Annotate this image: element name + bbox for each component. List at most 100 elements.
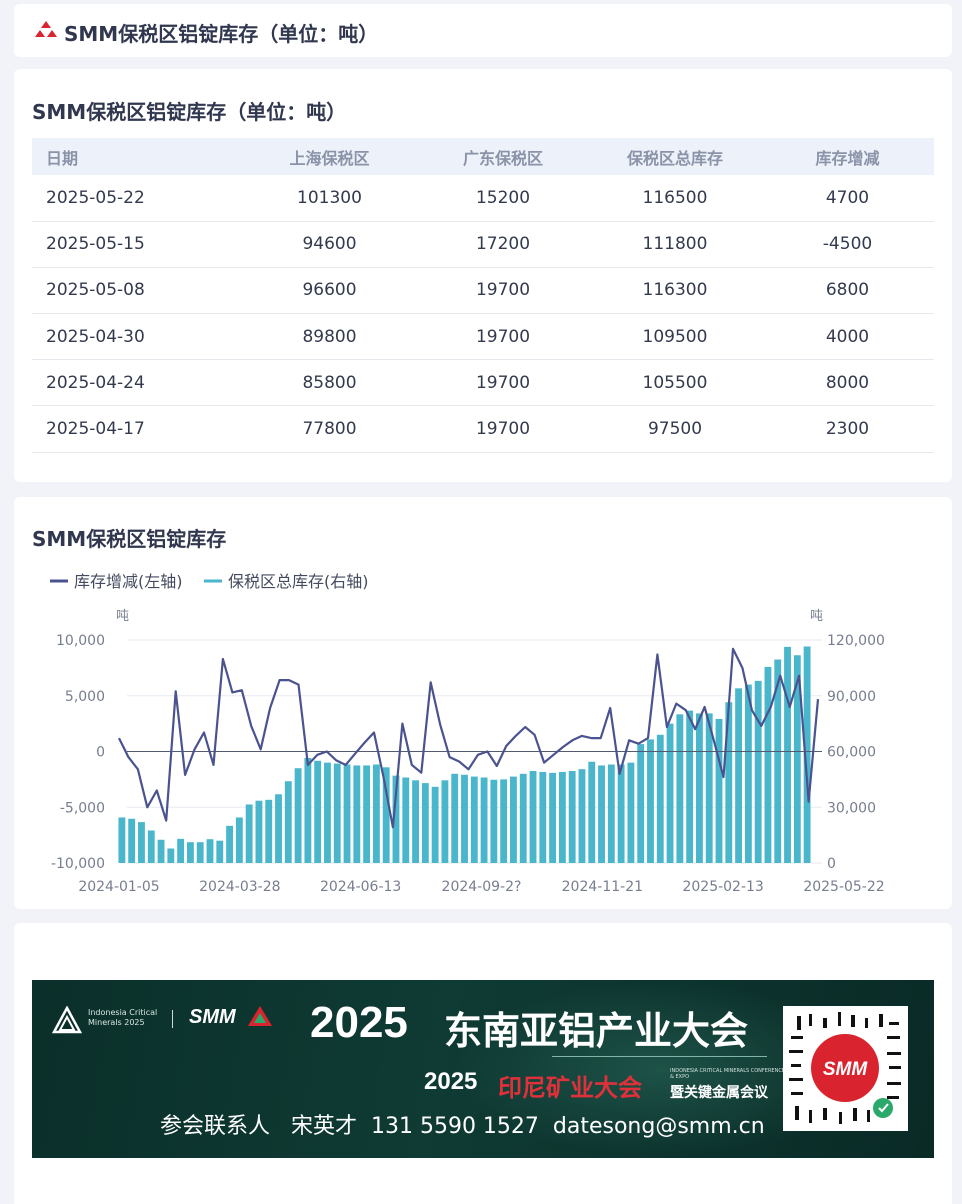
inventory-bar: [353, 765, 361, 863]
inventory-bar: [128, 818, 136, 863]
inventory-bar: [421, 783, 429, 863]
table-row: 2025-04-30 89800 19700 109500 4000: [32, 313, 934, 361]
total-cell: 105500: [589, 359, 761, 407]
inventory-bar: [186, 842, 194, 863]
inventory-bar: [226, 825, 233, 863]
inventory-bar: [764, 666, 772, 863]
column-header[interactable]: 保税区总库存: [589, 138, 761, 175]
inventory-bar: [598, 765, 605, 863]
change-cell: 8000: [761, 359, 934, 407]
inventory-bar: [676, 714, 684, 863]
inventory-chart: 库存增减(左轴) 保税区总库存(右轴) 吨 吨 10,000 120,000 5,000 90…: [50, 572, 885, 895]
date-cell: 2025-05-08: [32, 267, 242, 315]
guangdong-cell: 15200: [417, 175, 589, 222]
banner-card: Indonesia Critical Minerals 2025 SMM 202…: [14, 923, 952, 1204]
inventory-bar: [539, 771, 547, 863]
date-cell: 2025-05-22: [32, 175, 242, 222]
inventory-bar: [333, 763, 341, 863]
table-header-row: 日期 上海保税区 广东保税区 保税区总库存 库存增减: [32, 138, 934, 175]
change-cell: 2300: [761, 405, 934, 453]
inventory-bar: [647, 739, 654, 863]
inventory-bar: [304, 758, 312, 863]
left-tick-label: -5,000: [60, 800, 105, 816]
right-axis-unit: 吨: [810, 609, 823, 624]
shanghai-cell: 85800: [242, 359, 417, 407]
shanghai-cell: 101300: [242, 175, 417, 222]
shanghai-cell: 89800: [242, 313, 417, 361]
inventory-bar: [118, 817, 126, 863]
x-tick-label: 2025-02-13: [682, 879, 763, 895]
inventory-bar: [284, 781, 292, 863]
table-title: SMM保税区铝锭库存（单位：吨）: [32, 100, 347, 124]
x-tick-label: 2024-06-13: [320, 879, 401, 895]
column-header[interactable]: 库存增减: [761, 138, 934, 175]
column-header[interactable]: 日期: [32, 138, 242, 175]
legend-label: 库存增减(左轴): [74, 572, 183, 591]
inventory-bar: [744, 684, 752, 863]
indonesia-minerals-logo-text: Indonesia Critical Minerals 2025: [88, 1008, 158, 1027]
inventory-bar: [568, 771, 576, 863]
conference-banner[interactable]: Indonesia Critical Minerals 2025 SMM 202…: [32, 980, 934, 1158]
inventory-bar: [431, 786, 439, 863]
inventory-bar: [637, 744, 645, 863]
inventory-bar: [245, 804, 253, 863]
inventory-bar: [363, 765, 371, 863]
x-tick-label: 2024-11-21: [562, 879, 643, 895]
change-cell: 6800: [761, 267, 934, 315]
inventory-bar: [343, 764, 351, 863]
left-tick-label: 10,000: [56, 633, 105, 649]
inventory-bar: [412, 780, 419, 863]
banner-sub-year: 2025: [424, 1068, 478, 1095]
inventory-bar: [324, 762, 331, 863]
inventory-bar: [147, 830, 155, 863]
indonesia-minerals-logo-icon: [52, 1006, 82, 1034]
inventory-bar: [441, 780, 449, 863]
guangdong-cell: 19700: [417, 359, 589, 407]
inventory-bar: [519, 773, 527, 863]
inventory-bar: [206, 839, 214, 863]
banner-sub-white: 暨关键金属会议: [670, 1085, 768, 1101]
x-tick-label: 2024-03-28: [199, 879, 280, 895]
date-cell: 2025-04-30: [32, 313, 242, 361]
change-cell: -4500: [761, 221, 934, 268]
inventory-bar: [216, 840, 224, 863]
column-header[interactable]: 广东保税区: [417, 138, 589, 175]
left-tick-label: -10,000: [51, 856, 105, 872]
total-cell: 109500: [589, 313, 761, 361]
qr-code-icon: SMM: [789, 1012, 901, 1124]
inventory-bar: [402, 777, 410, 863]
inventory-bar: [470, 776, 478, 863]
inventory-table: 日期 上海保税区 广东保税区 保税区总库存 库存增减 2025-05-22 10…: [32, 138, 934, 453]
shanghai-cell: 94600: [242, 221, 417, 268]
change-cell: 4000: [761, 313, 934, 361]
inventory-bar: [558, 771, 566, 863]
column-header[interactable]: 上海保税区: [242, 138, 417, 175]
inventory-bar: [578, 769, 586, 863]
inventory-bar: [735, 688, 743, 863]
inventory-bar: [167, 848, 175, 863]
inventory-bar: [529, 771, 537, 863]
inventory-bar: [275, 794, 282, 863]
qr-code[interactable]: SMM: [783, 1006, 908, 1131]
total-cell: 116500: [589, 175, 761, 222]
inventory-bar: [500, 779, 508, 863]
left-tick-label: 5,000: [65, 689, 105, 705]
header-bar: SMM保税区铝锭库存（单位：吨）: [14, 4, 952, 57]
inventory-bar: [461, 774, 468, 863]
table-row: 2025-04-17 77800 19700 97500 2300: [32, 405, 934, 453]
guangdong-cell: 19700: [417, 405, 589, 453]
inventory-bar: [255, 800, 263, 863]
inventory-bar: [265, 799, 273, 863]
banner-headline: 东南亚铝产业大会: [444, 1009, 749, 1053]
left-tick-label: 0: [96, 745, 105, 761]
inventory-bar: [696, 713, 703, 863]
right-tick-label: 60,000: [827, 745, 876, 761]
total-cell: 97500: [589, 405, 761, 453]
guangdong-cell: 17200: [417, 221, 589, 268]
x-tick-label: 2025-05-22: [803, 879, 884, 895]
banner-year: 2025: [310, 998, 408, 1047]
right-tick-label: 30,000: [827, 800, 876, 816]
inventory-bar: [138, 822, 145, 863]
inventory-bar: [510, 776, 517, 863]
guangdong-cell: 19700: [417, 267, 589, 315]
